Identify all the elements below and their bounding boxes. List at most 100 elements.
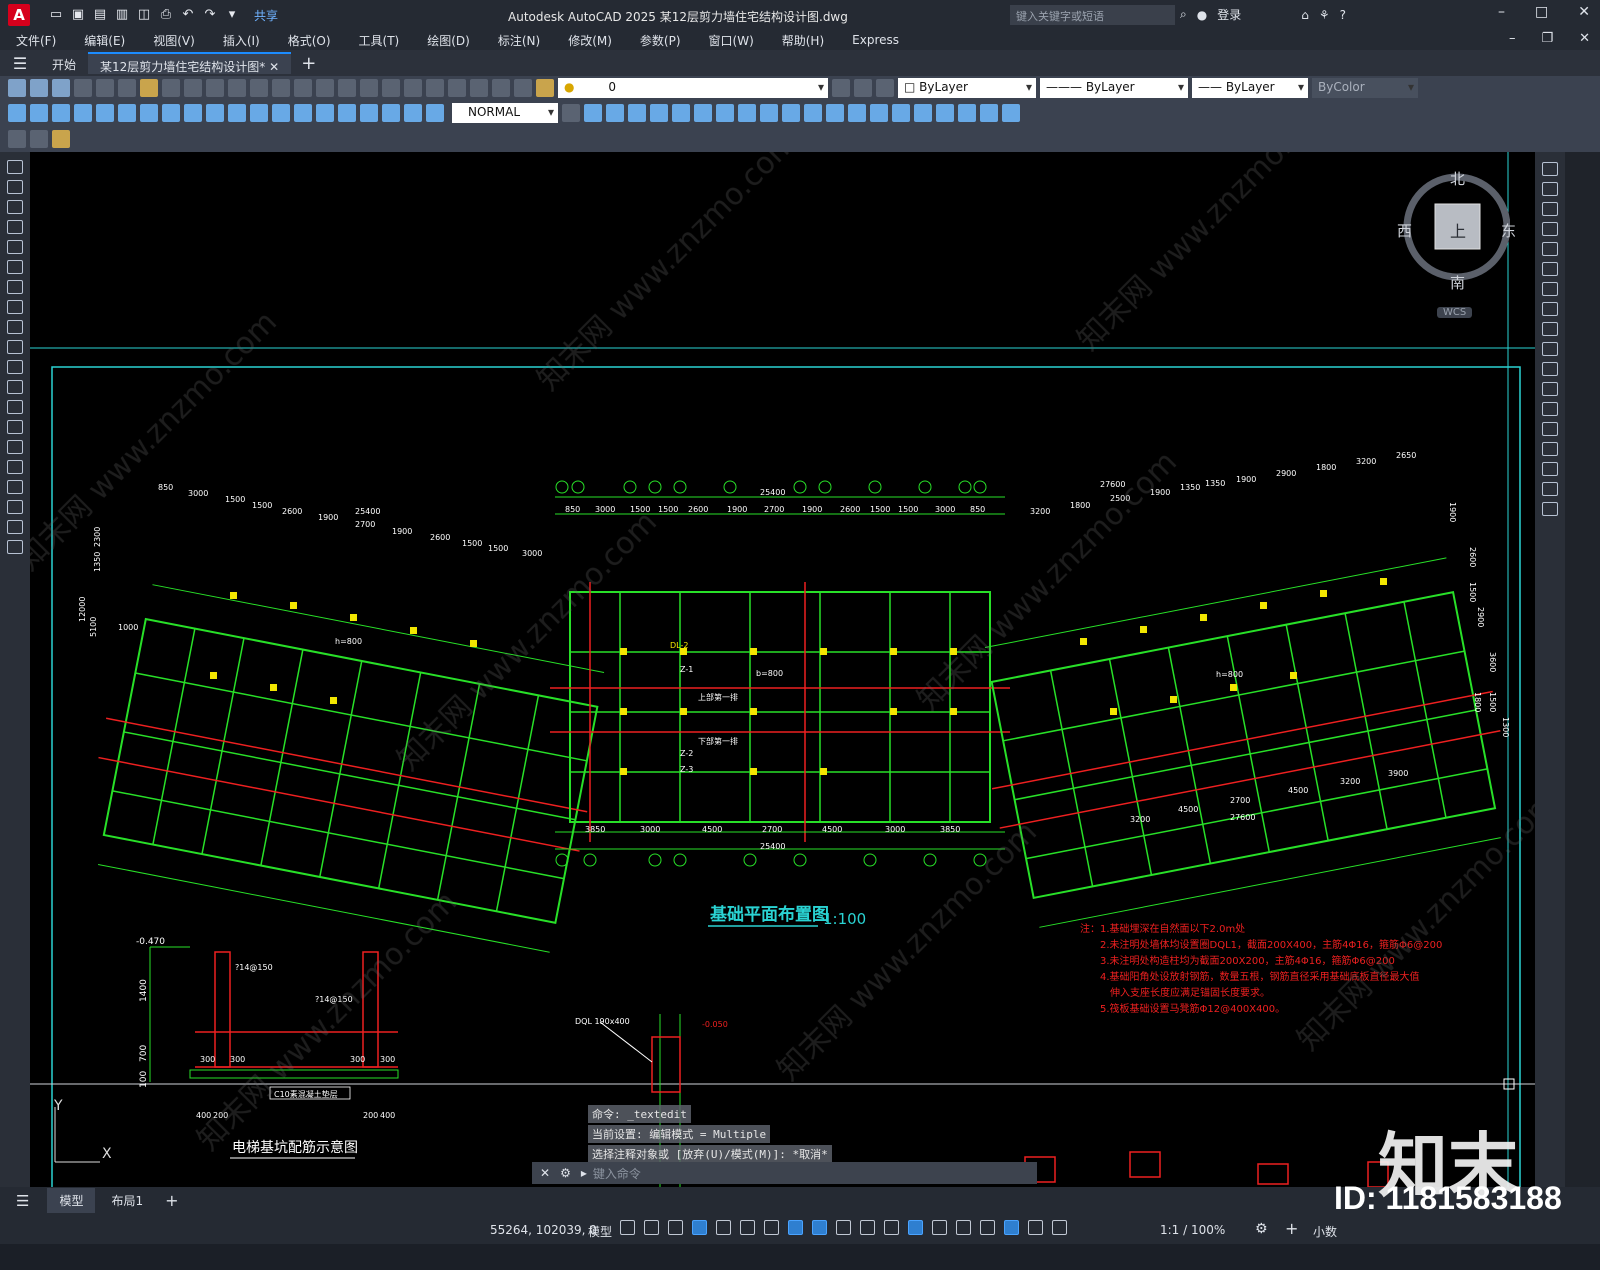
3d-orbit-icon[interactable] — [892, 104, 910, 122]
stretch-icon[interactable] — [1542, 322, 1558, 336]
mirror-icon[interactable] — [1542, 202, 1558, 216]
rotate-icon[interactable] — [1542, 282, 1558, 296]
tool-palettes-icon[interactable] — [426, 79, 444, 97]
annotation-scale[interactable]: 1:1 / 100% — [1160, 1223, 1225, 1237]
annotation-scale-icon[interactable] — [1052, 1220, 1067, 1235]
zoom-previous-icon[interactable] — [360, 79, 378, 97]
trim-icon[interactable] — [1542, 342, 1558, 356]
export-icon[interactable] — [30, 130, 48, 148]
undo-icon[interactable]: ↶ — [180, 7, 196, 23]
menu-draw[interactable]: 绘图(D) — [427, 32, 470, 49]
dim-style-manager-icon[interactable] — [562, 104, 580, 122]
coordinates-readout[interactable]: 55264, 102039, 0 — [490, 1223, 597, 1237]
line-icon[interactable] — [7, 160, 23, 174]
3d-osnap-icon[interactable] — [908, 1220, 923, 1235]
dim-edit-icon[interactable] — [382, 104, 400, 122]
design-center-icon[interactable] — [404, 79, 422, 97]
dim-space-icon[interactable] — [250, 104, 268, 122]
customize-dropdown-icon[interactable]: ▾ — [224, 7, 240, 23]
tab-start[interactable]: 开始 — [40, 52, 88, 74]
search-input[interactable]: 键入关键字或短语 — [1010, 5, 1175, 25]
command-input[interactable]: 键入命令 — [593, 1165, 641, 1182]
array-icon[interactable] — [1542, 242, 1558, 256]
viewcube-top[interactable]: 上 — [1450, 218, 1466, 242]
object-snap-tracking-icon[interactable] — [788, 1220, 803, 1235]
3d-union-icon[interactable] — [826, 104, 844, 122]
cart-icon[interactable]: ⌂ — [1301, 8, 1309, 22]
tab-layout1[interactable]: 布局1 — [99, 1188, 155, 1213]
3d-pyramid-icon[interactable] — [716, 104, 734, 122]
selection-filter-icon[interactable] — [956, 1220, 971, 1235]
rectangle-icon[interactable] — [7, 240, 23, 254]
hatch-icon[interactable] — [7, 440, 23, 454]
menu-window[interactable]: 窗口(W) — [709, 32, 754, 49]
command-line[interactable]: ✕ ⚙ ▸ 键入命令 — [532, 1162, 1037, 1184]
grid-icon[interactable] — [620, 1220, 635, 1235]
cmd-prompt-icon[interactable]: ▸ — [581, 1166, 587, 1180]
annotation-visibility-icon[interactable] — [1004, 1220, 1019, 1235]
layer-manager-icon[interactable] — [536, 79, 554, 97]
radius-dim-icon[interactable] — [96, 104, 114, 122]
dim-break-icon[interactable] — [272, 104, 290, 122]
save-as-icon[interactable]: ▥ — [114, 7, 130, 23]
viewcube-east[interactable]: 东 — [1501, 220, 1516, 241]
gradient-icon[interactable] — [7, 460, 23, 474]
3d-array-icon[interactable] — [980, 104, 998, 122]
search-icon[interactable]: ⌕ — [1180, 7, 1187, 22]
3d-extrude-icon[interactable] — [738, 104, 756, 122]
units-setting[interactable]: 小数 — [1313, 1223, 1337, 1240]
undo-tb-icon[interactable] — [250, 79, 268, 97]
redo-icon[interactable]: ↷ — [202, 7, 218, 23]
viewcube-north[interactable]: 北 — [1450, 168, 1465, 189]
menu-parametric[interactable]: 参数(P) — [640, 32, 681, 49]
autoscale-icon[interactable] — [1028, 1220, 1043, 1235]
zoom-window-icon[interactable] — [338, 79, 356, 97]
menu-help[interactable]: 帮助(H) — [782, 32, 824, 49]
doc-restore-icon[interactable]: ❐ — [1541, 31, 1553, 46]
3d-rotate-icon[interactable] — [936, 104, 954, 122]
minimize-icon[interactable]: – — [1498, 4, 1505, 20]
matchprop-icon[interactable] — [206, 79, 224, 97]
construction-line-icon[interactable] — [7, 180, 23, 194]
polyline-icon[interactable] — [7, 200, 23, 214]
polygon-icon[interactable] — [7, 220, 23, 234]
workspace-gear-icon[interactable]: ⚙ — [1255, 1221, 1268, 1237]
infer-icon[interactable] — [668, 1220, 683, 1235]
join-icon[interactable] — [1542, 422, 1558, 436]
insert-block-icon[interactable] — [7, 380, 23, 394]
layer-states-icon[interactable] — [876, 79, 894, 97]
dim-text-edit-icon[interactable] — [404, 104, 422, 122]
lineweight-dropdown[interactable]: —— ByLayer ▾ — [1192, 78, 1308, 98]
a360-icon[interactable]: ⚘ — [1319, 8, 1330, 22]
break-point-icon[interactable] — [1542, 382, 1558, 396]
close-icon[interactable]: ✕ — [1578, 4, 1590, 20]
scale-icon[interactable] — [1542, 302, 1558, 316]
user-icon[interactable]: ● — [1197, 8, 1207, 22]
isodraft-icon[interactable] — [764, 1220, 779, 1235]
tab-model[interactable]: 模型 — [47, 1188, 96, 1213]
plot-icon[interactable] — [74, 79, 92, 97]
lineweight-icon[interactable] — [836, 1220, 851, 1235]
circle-icon[interactable] — [7, 280, 23, 294]
plotstyle-dropdown[interactable]: ByColor ▾ — [1312, 78, 1418, 98]
inspection-icon[interactable] — [338, 104, 356, 122]
color-dropdown[interactable]: □ ByLayer ▾ — [898, 78, 1036, 98]
3d-cylinder-icon[interactable] — [672, 104, 690, 122]
save-tb-icon[interactable] — [52, 79, 70, 97]
3d-sphere-icon[interactable] — [650, 104, 668, 122]
arc-icon[interactable] — [7, 260, 23, 274]
doc-minimize-icon[interactable]: – — [1509, 31, 1516, 46]
ellipse-icon[interactable] — [7, 340, 23, 354]
spline-icon[interactable] — [7, 320, 23, 334]
web-mobile-icon[interactable]: ◫ — [136, 7, 152, 23]
viewcube-south[interactable]: 南 — [1450, 272, 1465, 293]
tab-drawing[interactable]: 某12层剪力墙住宅结构设计图* ✕ — [88, 52, 292, 74]
ordinate-dim-icon[interactable] — [74, 104, 92, 122]
object-snap-icon[interactable] — [812, 1220, 827, 1235]
redo-tb-icon[interactable] — [272, 79, 290, 97]
3d-cone-icon[interactable] — [628, 104, 646, 122]
block-editor-icon[interactable] — [228, 79, 246, 97]
customize-cmd-icon[interactable]: ⚙ — [560, 1166, 571, 1180]
viewcube[interactable]: 北 南 西 东 上 WCS — [1395, 162, 1516, 322]
aligned-dim-icon[interactable] — [30, 104, 48, 122]
